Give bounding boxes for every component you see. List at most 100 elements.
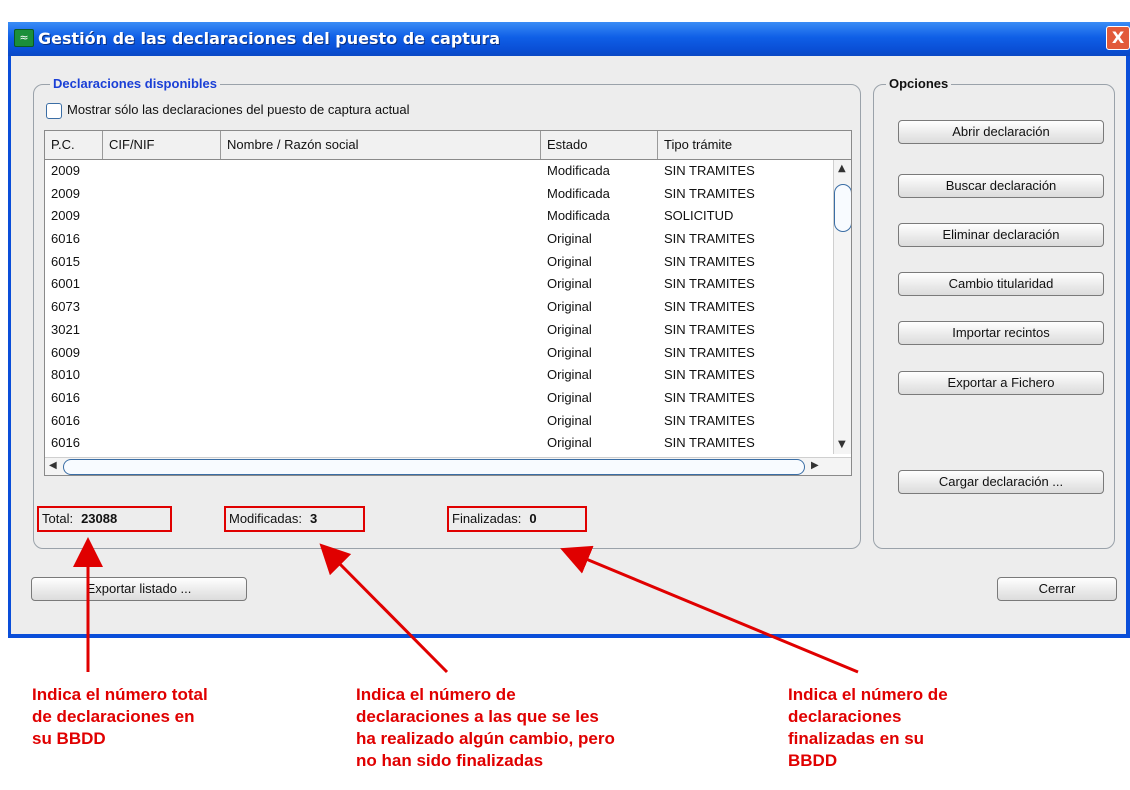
table-row[interactable]: 6016 Original SIN TRAMITES <box>45 410 835 433</box>
cell-estado: Original <box>547 367 592 383</box>
table-row[interactable]: 6016 Original SIN TRAMITES <box>45 432 835 455</box>
cell-pc: 3021 <box>51 321 80 337</box>
cell-tipo: SIN TRAMITES <box>664 163 755 178</box>
cell-tipo: SOLICITUD <box>664 208 734 224</box>
scroll-right-icon[interactable]: ▶ <box>811 460 819 471</box>
table-row[interactable]: 8010 Original SIN TRAMITES <box>45 364 835 387</box>
annotation-total: Indica el número total de declaraciones … <box>32 684 208 750</box>
annotation-line: Indica el número de <box>788 685 948 704</box>
cell-estado: Original <box>547 299 592 315</box>
declaraciones-group-title: Declaraciones disponibles <box>50 76 221 91</box>
cell-estado: Original <box>547 253 592 269</box>
total-counter: Total: 23088 <box>37 506 172 532</box>
table-row[interactable]: 6009 Original SIN TRAMITES <box>45 342 835 365</box>
total-value: 23088 <box>81 511 118 526</box>
modificadas-value: 3 <box>309 511 318 526</box>
cell-estado: Modificada <box>547 208 610 224</box>
cell-pc: 6009 <box>51 344 80 360</box>
annotation-line: ha realizado algún cambio, pero <box>356 729 615 748</box>
finalizadas-label: Finalizadas: <box>452 511 522 526</box>
annotation-line: finalizadas en su <box>788 729 925 748</box>
cell-estado: Original <box>547 276 592 292</box>
annotation-line: declaraciones a las que se les <box>356 707 599 726</box>
scroll-left-icon[interactable]: ◀ <box>49 460 57 471</box>
table-header: P.C. CIF/NIF Nombre / Razón social Estad… <box>45 131 851 160</box>
table-row[interactable]: 6016 Original SIN TRAMITES <box>45 387 835 410</box>
column-header-cif[interactable]: CIF/NIF <box>103 131 221 159</box>
close-button[interactable]: X <box>1106 26 1130 50</box>
cell-estado: Original <box>547 435 592 451</box>
annotation-finalizadas: Indica el número de declaraciones finali… <box>788 684 948 772</box>
current-station-checkbox-label[interactable]: Mostrar sólo las declaraciones del puest… <box>67 102 410 117</box>
cell-estado: Original <box>547 231 592 247</box>
column-header-pc[interactable]: P.C. <box>45 131 103 159</box>
column-header-tipo[interactable]: Tipo trámite <box>658 131 851 159</box>
modificadas-label: Modificadas: <box>229 511 302 526</box>
cell-estado: Original <box>547 389 592 405</box>
cell-pc: 2009 <box>51 185 80 201</box>
annotation-modificadas: Indica el número de declaraciones a las … <box>356 684 615 772</box>
cell-estado: Modificada <box>547 185 610 201</box>
cell-tipo: SIN TRAMITES <box>664 299 755 315</box>
exportar-listado-button[interactable]: Exportar listado ... <box>31 577 247 601</box>
abrir-declaracion-button[interactable]: Abrir declaración <box>898 120 1104 144</box>
current-station-checkbox[interactable] <box>46 103 62 119</box>
title-bar[interactable]: ≈ Gestión de las declaraciones del puest… <box>8 22 1130 56</box>
annotation-line: Indica el número de <box>356 685 516 704</box>
cell-tipo: SIN TRAMITES <box>664 412 755 428</box>
cell-pc: 8010 <box>51 367 80 383</box>
cell-pc: 2009 <box>51 163 80 178</box>
cell-pc: 6016 <box>51 231 80 247</box>
annotation-line: Indica el número total <box>32 685 208 704</box>
finalizadas-counter: Finalizadas: 0 <box>447 506 587 532</box>
cell-pc: 6016 <box>51 389 80 405</box>
cell-tipo: SIN TRAMITES <box>664 231 755 247</box>
annotation-line: su BBDD <box>32 729 106 748</box>
cell-tipo: SIN TRAMITES <box>664 367 755 383</box>
cell-tipo: SIN TRAMITES <box>664 435 755 451</box>
cerrar-button[interactable]: Cerrar <box>997 577 1117 601</box>
scroll-down-icon[interactable]: ▼ <box>838 439 846 450</box>
cell-tipo: SIN TRAMITES <box>664 185 755 201</box>
cell-tipo: SIN TRAMITES <box>664 389 755 405</box>
cell-estado: Modificada <box>547 163 610 178</box>
table-row[interactable]: 2009 Modificada SIN TRAMITES <box>45 183 835 206</box>
table-row[interactable]: 2009 Modificada SIN TRAMITES <box>45 160 835 183</box>
buscar-declaracion-button[interactable]: Buscar declaración <box>898 174 1104 198</box>
table-row[interactable]: 6016 Original SIN TRAMITES <box>45 228 835 251</box>
horizontal-scrollbar[interactable]: ◀ ▶ <box>45 457 851 475</box>
cell-pc: 2009 <box>51 208 80 224</box>
cell-tipo: SIN TRAMITES <box>664 276 755 292</box>
table-row[interactable]: 2009 Modificada SOLICITUD <box>45 205 835 228</box>
cell-tipo: SIN TRAMITES <box>664 321 755 337</box>
cargar-declaracion-button[interactable]: Cargar declaración ... <box>898 470 1104 494</box>
annotation-line: BBDD <box>788 751 838 770</box>
table-body: 2009 Modificada SIN TRAMITES 2009 Modificada… <box>45 160 835 455</box>
vertical-scroll-thumb[interactable] <box>834 184 851 232</box>
cell-pc: 6016 <box>51 412 80 428</box>
column-header-estado[interactable]: Estado <box>541 131 658 159</box>
vertical-scrollbar[interactable]: ▲ ▼ <box>833 160 851 454</box>
exportar-fichero-button[interactable]: Exportar a Fichero <box>898 371 1104 395</box>
cell-estado: Original <box>547 321 592 337</box>
table-row[interactable]: 6015 Original SIN TRAMITES <box>45 251 835 274</box>
cambio-titularidad-button[interactable]: Cambio titularidad <box>898 272 1104 296</box>
table-row[interactable]: 6001 Original SIN TRAMITES <box>45 273 835 296</box>
app-icon: ≈ <box>14 29 34 47</box>
declaraciones-table: P.C. CIF/NIF Nombre / Razón social Estad… <box>44 130 852 476</box>
eliminar-declaracion-button[interactable]: Eliminar declaración <box>898 223 1104 247</box>
total-label: Total: <box>42 511 74 526</box>
cell-estado: Original <box>547 412 592 428</box>
modificadas-counter: Modificadas: 3 <box>224 506 365 532</box>
importar-recintos-button[interactable]: Importar recintos <box>898 321 1104 345</box>
column-header-nombre[interactable]: Nombre / Razón social <box>221 131 541 159</box>
horizontal-scroll-thumb[interactable] <box>63 459 805 475</box>
opciones-group: Opciones Abrir declaración Buscar declar… <box>873 76 1115 549</box>
scroll-up-icon[interactable]: ▲ <box>838 163 846 174</box>
window-title: Gestión de las declaraciones del puesto … <box>38 29 501 48</box>
opciones-group-title: Opciones <box>886 76 952 91</box>
table-row[interactable]: 6073 Original SIN TRAMITES <box>45 296 835 319</box>
table-row[interactable]: 3021 Original SIN TRAMITES <box>45 319 835 342</box>
cell-tipo: SIN TRAMITES <box>664 344 755 360</box>
annotation-line: declaraciones <box>788 707 902 726</box>
